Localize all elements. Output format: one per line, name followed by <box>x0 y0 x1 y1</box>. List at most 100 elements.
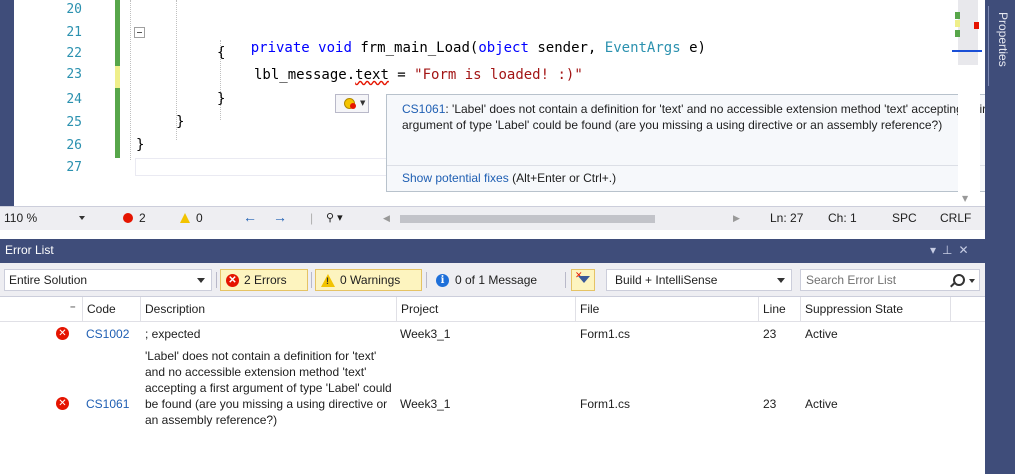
warning-mark: ! <box>326 276 329 286</box>
close-icon[interactable]: ✕ <box>958 243 974 257</box>
collapse-toggle[interactable] <box>134 27 145 38</box>
pin-icon[interactable]: ⊥ <box>942 243 958 257</box>
column-header-description[interactable]: Description <box>140 297 396 321</box>
line-number: 22 <box>66 46 82 61</box>
properties-tab[interactable] <box>985 0 1015 474</box>
info-icon: i <box>436 274 449 287</box>
chevron-down-icon[interactable] <box>969 279 975 283</box>
error-project: Week3_1 <box>400 327 451 341</box>
indent-guide <box>130 0 131 160</box>
param: sender, <box>528 40 605 56</box>
build-source-value: Build + IntelliSense <box>615 273 718 287</box>
error-list-title-bar[interactable]: Error List ▾⊥✕ <box>0 239 985 263</box>
scrollbar-thumb[interactable] <box>958 0 978 65</box>
editor-status-bar: 110 % 2 0 ← → | ⚲ ▾ ◀ ▶ Ln: 27 Ch: 1 SPC… <box>0 206 985 230</box>
change-bar-unsaved <box>115 66 120 88</box>
warnings-filter-button[interactable]: ! 0 Warnings <box>315 269 422 291</box>
column-header-file[interactable]: File <box>575 297 758 321</box>
error-suppression-state: Active <box>805 397 838 411</box>
horizontal-scrollbar-thumb[interactable] <box>400 215 655 223</box>
brace: { <box>217 45 226 61</box>
method-name: frm_main_Load <box>360 40 470 56</box>
change-bar-saved <box>115 88 120 158</box>
build-source-dropdown[interactable]: Build + IntelliSense <box>606 269 792 291</box>
filter-icon <box>578 276 590 283</box>
separator <box>216 272 217 288</box>
error-count[interactable]: 2 <box>139 211 146 225</box>
brace: } <box>136 137 145 153</box>
line-ending-indicator[interactable]: CRLF <box>940 211 971 225</box>
show-fixes-link[interactable]: Show potential fixes <box>402 171 509 185</box>
line-indicator[interactable]: Ln: 27 <box>770 211 803 225</box>
error-icon <box>123 213 133 223</box>
scroll-right-icon[interactable]: ▶ <box>733 213 740 224</box>
error-project: Week3_1 <box>400 397 451 411</box>
string-literal: "Form is loaded! :)" <box>414 67 583 83</box>
error-icon: ✕ <box>226 274 239 287</box>
code-editor[interactable]: 20 21 22 23 24 25 26 27 private void frm… <box>0 0 1015 206</box>
error-list-title: Error List <box>5 243 54 257</box>
param: e) <box>680 40 706 56</box>
column-header-suppression-state[interactable]: Suppression State <box>800 297 950 321</box>
scroll-left-icon[interactable]: ◀ <box>383 213 390 224</box>
scroll-down-icon[interactable]: ▼ <box>962 194 968 203</box>
properties-tab-label[interactable]: Properties <box>990 12 1010 67</box>
type-name: EventArgs <box>604 40 681 56</box>
separator <box>311 272 312 288</box>
editor-left-strip <box>0 0 14 206</box>
error-description: ; expected <box>145 327 201 341</box>
chevron-down-icon[interactable] <box>79 216 85 220</box>
tooltip-divider <box>387 165 1015 166</box>
zoom-level[interactable]: 110 % <box>4 211 37 225</box>
warnings-filter-label: 0 Warnings <box>340 273 401 287</box>
error-squiggle[interactable]: text <box>355 67 389 83</box>
error-line: 23 <box>763 397 777 411</box>
messages-filter-label: 0 of 1 Message <box>455 273 538 287</box>
back-icon[interactable]: ← <box>243 209 257 225</box>
keyword: void <box>318 40 352 56</box>
column-header-code[interactable]: Code <box>82 297 140 321</box>
operator: = <box>388 67 415 83</box>
chevron-down-icon <box>777 278 785 283</box>
table-row[interactable]: ✕ CS1002 ; expected Week3_1 Form1.cs 23 … <box>0 322 985 346</box>
filter-button[interactable]: ✕ <box>571 269 595 291</box>
error-code-link[interactable]: CS1061 <box>86 396 129 412</box>
table-row[interactable]: ✕ CS1061 'Label' does not contain a defi… <box>0 346 985 458</box>
error-file: Form1.cs <box>580 397 631 411</box>
search-input[interactable]: Search Error List <box>800 269 980 291</box>
error-icon: ✕ <box>56 327 69 340</box>
git-actions-icon[interactable]: ⚲ ▾ <box>326 211 343 224</box>
scope-dropdown[interactable]: Entire Solution <box>4 269 212 291</box>
error-code-link[interactable]: CS1002 <box>86 326 129 342</box>
code-line-24: } <box>217 91 225 107</box>
error-badge-icon <box>350 103 356 109</box>
pane-controls: ▾⊥✕ <box>930 243 975 257</box>
column-indicator[interactable]: Ch: 1 <box>828 211 857 225</box>
column-header-project[interactable]: Project <box>396 297 575 321</box>
quick-actions-button[interactable]: ▼ <box>335 94 369 113</box>
messages-filter-button[interactable]: i 0 of 1 Message <box>430 269 560 291</box>
separator <box>426 272 427 288</box>
code-line-26: } <box>136 137 144 153</box>
search-icon[interactable] <box>953 274 965 286</box>
error-table-header: ⁼ Code Description Project File Line Sup… <box>0 297 985 322</box>
scope-value: Entire Solution <box>9 273 88 287</box>
quick-info-tooltip: CS1061: 'Label' does not contain a defin… <box>386 94 1015 192</box>
tooltip-description: : 'Label' does not contain a definition … <box>402 102 996 132</box>
separator <box>565 272 566 288</box>
error-list-toolbar: Entire Solution ✕ 2 Errors ! 0 Warnings … <box>0 263 985 297</box>
brace: } <box>176 114 185 130</box>
error-icon: ✕ <box>56 397 69 410</box>
error-suppression-state: Active <box>805 327 838 341</box>
tooltip-error-code[interactable]: CS1061 <box>402 102 445 116</box>
whitespace-indicator[interactable]: SPC <box>892 211 917 225</box>
sort-indicator-icon[interactable]: ⁼ <box>0 297 82 321</box>
error-file: Form1.cs <box>580 327 631 341</box>
error-line: 23 <box>763 327 777 341</box>
code-line-25: } <box>176 114 184 130</box>
warning-count[interactable]: 0 <box>196 211 203 225</box>
window-position-icon[interactable]: ▾ <box>930 243 942 257</box>
column-header-line[interactable]: Line <box>758 297 800 321</box>
errors-filter-button[interactable]: ✕ 2 Errors <box>220 269 308 291</box>
forward-icon[interactable]: → <box>273 209 287 225</box>
